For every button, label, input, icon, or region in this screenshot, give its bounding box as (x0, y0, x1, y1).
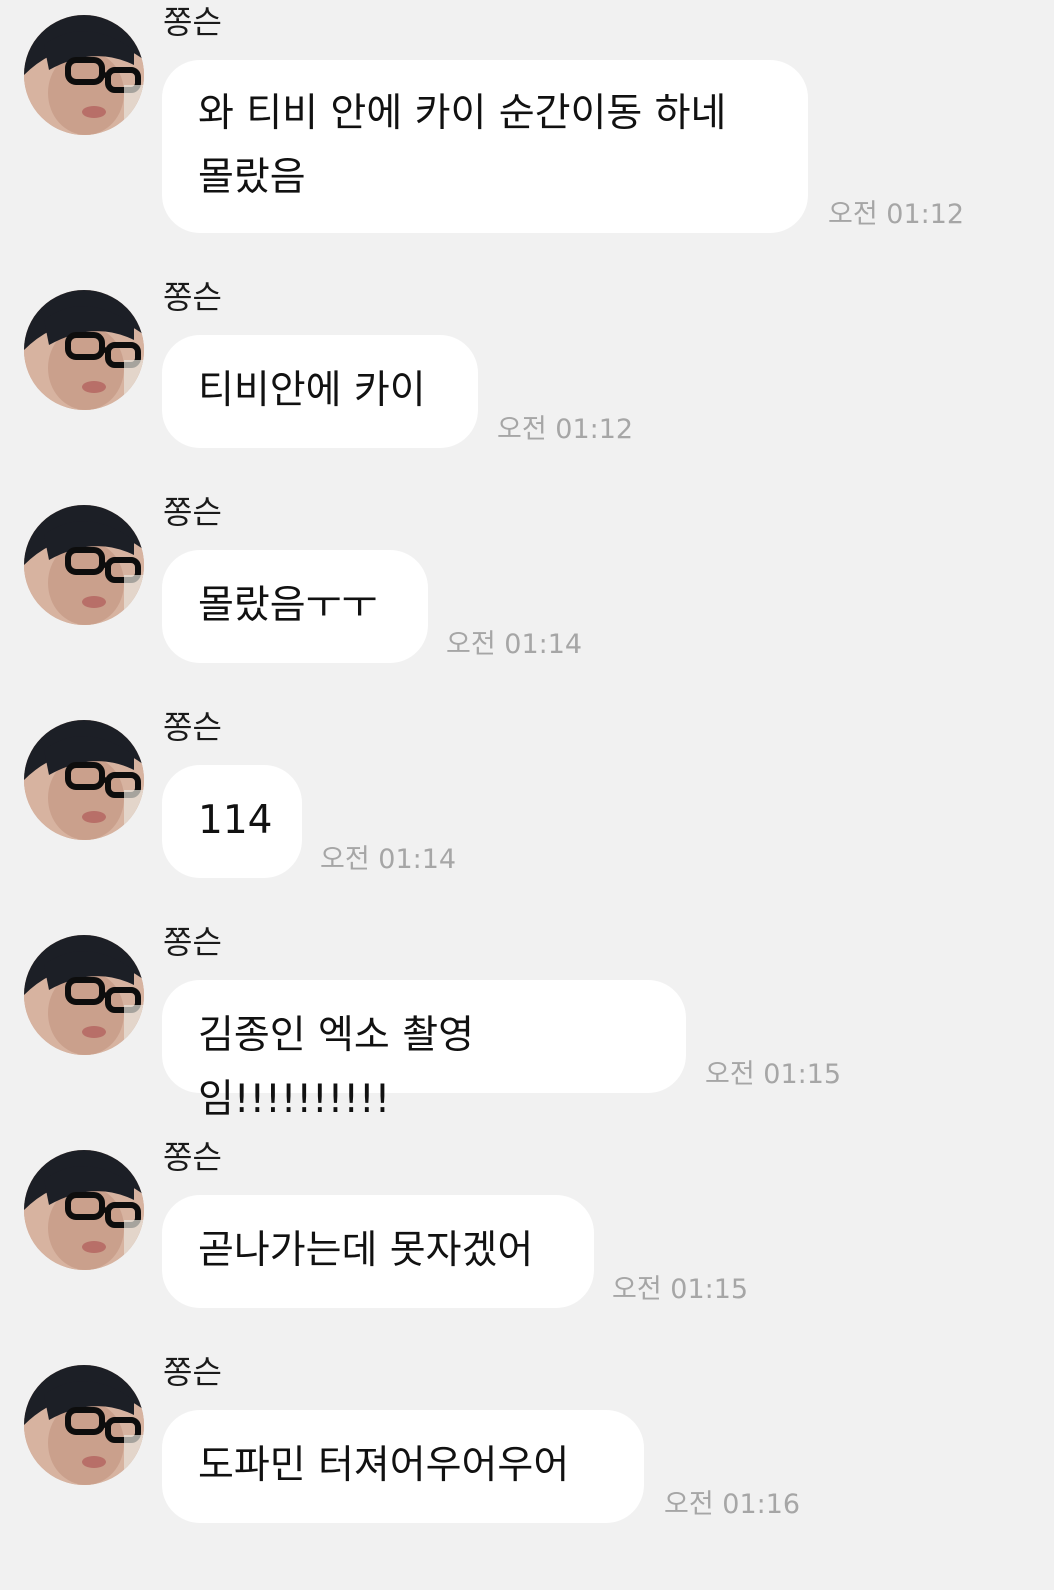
message-bubble[interactable]: 티비안에 카이 (162, 335, 478, 448)
message-bubble[interactable]: 몰랐음ㅜㅜ (162, 550, 428, 663)
avatar[interactable] (24, 935, 144, 1055)
message-bubble[interactable]: 도파민 터져어우어우어 (162, 1410, 644, 1523)
message-time: 오전 01:12 (497, 414, 634, 445)
chat-message: 쫑슨 몰랐음ㅜㅜ 오전 01:14 (0, 490, 1054, 730)
chat-message: 쫑슨 도파민 터져어우어우어 오전 01:16 (0, 1350, 1054, 1590)
chat-message: 쫑슨 김종인 엑소 촬영임!!!!!!!!!! 오전 01:15 (0, 920, 1054, 1160)
message-time: 오전 01:14 (446, 629, 583, 660)
avatar[interactable] (24, 505, 144, 625)
chat-message-list[interactable]: 쫑슨 와 티비 안에 카이 순간이동 하네 몰랐음 오전 01:12 쫑슨 티비… (0, 0, 1054, 1573)
sender-name: 쫑슨 (163, 923, 222, 961)
sender-name: 쫑슨 (163, 708, 222, 746)
avatar[interactable] (24, 1365, 144, 1485)
message-bubble[interactable]: 114 (162, 765, 302, 878)
avatar[interactable] (24, 720, 144, 840)
message-time: 오전 01:16 (664, 1489, 801, 1520)
sender-name: 쫑슨 (163, 278, 222, 316)
avatar[interactable] (24, 15, 144, 135)
chat-message: 쫑슨 티비안에 카이 오전 01:12 (0, 275, 1054, 515)
sender-name: 쫑슨 (163, 1138, 222, 1176)
sender-name: 쫑슨 (163, 493, 222, 531)
message-bubble[interactable]: 곧나가는데 못자겠어 (162, 1195, 594, 1308)
message-time: 오전 01:12 (828, 199, 965, 230)
chat-message: 쫑슨 와 티비 안에 카이 순간이동 하네 몰랐음 오전 01:12 (0, 0, 1054, 240)
message-bubble[interactable]: 김종인 엑소 촬영임!!!!!!!!!! (162, 980, 686, 1122)
message-time: 오전 01:14 (320, 844, 457, 875)
message-time: 오전 01:15 (612, 1274, 749, 1305)
chat-message: 쫑슨 곧나가는데 못자겠어 오전 01:15 (0, 1135, 1054, 1375)
chat-message: 쫑슨 114 오전 01:14 (0, 705, 1054, 945)
avatar[interactable] (24, 1150, 144, 1270)
sender-name: 쫑슨 (163, 1353, 222, 1391)
message-time: 오전 01:15 (705, 1059, 842, 1090)
avatar[interactable] (24, 290, 144, 410)
message-bubble[interactable]: 와 티비 안에 카이 순간이동 하네 몰랐음 (162, 60, 808, 233)
sender-name: 쫑슨 (163, 3, 222, 41)
